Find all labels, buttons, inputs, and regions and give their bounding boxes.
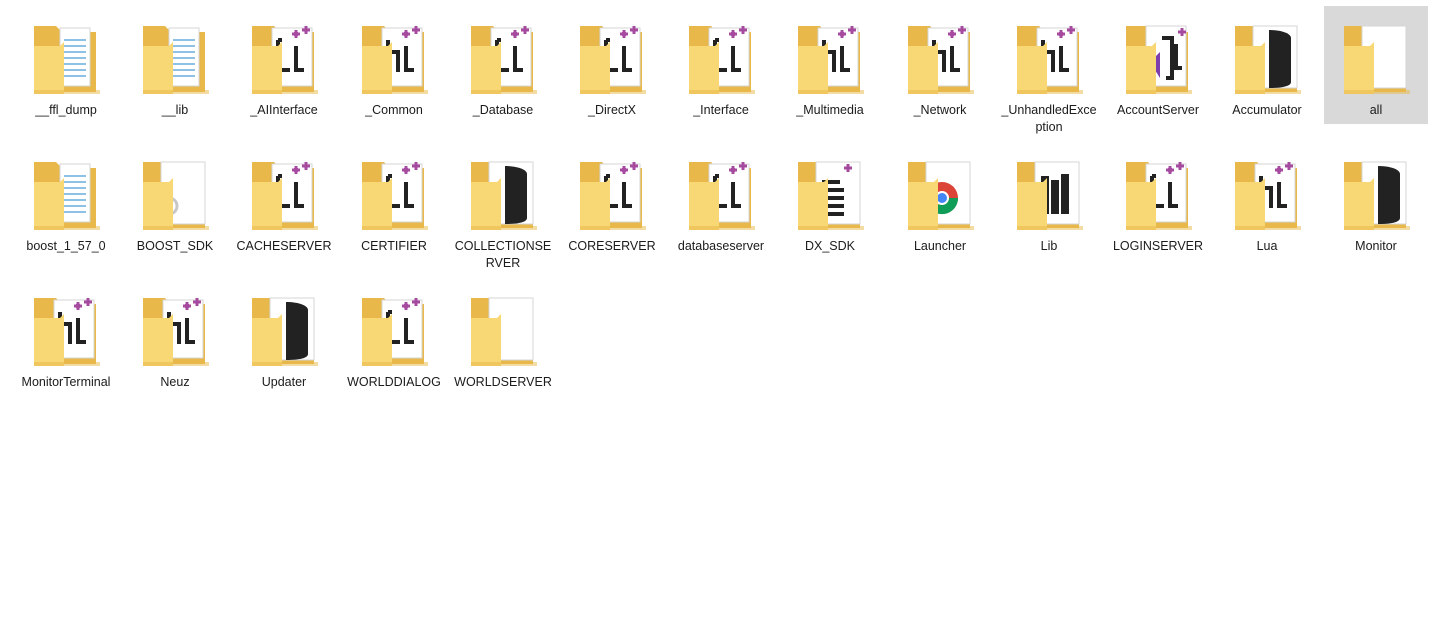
folder-label: Accumulator [1232, 103, 1302, 117]
folder-db-icon [1324, 152, 1428, 238]
folder-item[interactable]: __ffl_dump [14, 6, 118, 124]
folder-label: Launcher [913, 239, 967, 253]
folder-item[interactable]: databaseserver [669, 142, 773, 260]
folder-label: Lua [1256, 239, 1278, 253]
folder-label: CORESERVER [568, 239, 656, 253]
folder-label: Updater [261, 375, 307, 389]
folder-h-icon [888, 16, 992, 102]
folder-label: Neuz [160, 375, 190, 389]
folder-item[interactable]: _Multimedia [778, 6, 882, 124]
folder-item[interactable]: _UnhandledException [997, 6, 1101, 134]
folder-label: Monitor [1355, 239, 1397, 253]
folder-label: _Network [913, 103, 967, 117]
folder-item[interactable]: WORLDDIALOG [342, 278, 446, 396]
folder-docs-icon [14, 16, 118, 102]
folder-label: boost_1_57_0 [26, 239, 106, 253]
folder-chrome-icon [888, 152, 992, 238]
folder-item[interactable]: MonitorTerminal [14, 278, 118, 396]
folder-empty-icon [1324, 16, 1428, 102]
folder-h-icon [1215, 152, 1319, 238]
folder-item[interactable]: _Network [888, 6, 992, 124]
folder-label: LOGINSERVER [1112, 239, 1204, 253]
folder-cpp-icon [232, 152, 336, 238]
folder-db-icon [1215, 16, 1319, 102]
folder-label: WORLDSERVER [454, 375, 552, 389]
folder-cpp-icon [669, 16, 773, 102]
folder-cpp-icon [342, 288, 446, 374]
folder-item[interactable]: WORLDSERVER [451, 278, 555, 396]
folder-label: __ffl_dump [35, 103, 97, 117]
folder-label: MonitorTerminal [21, 375, 111, 389]
folder-item[interactable]: COLLECTIONSERVER [451, 142, 555, 270]
folder-label: _Multimedia [796, 103, 864, 117]
folder-item[interactable]: BOOST_SDK [123, 142, 227, 260]
folder-docs-icon [123, 16, 227, 102]
folder-vs-icon [1106, 16, 1210, 102]
folder-label: DX_SDK [804, 239, 856, 253]
folder-label: CERTIFIER [361, 239, 427, 253]
folder-item[interactable]: Accumulator [1215, 6, 1319, 124]
folder-label: _Common [365, 103, 423, 117]
folder-h-icon [123, 288, 227, 374]
folder-item[interactable]: Launcher [888, 142, 992, 260]
folder-item[interactable]: CORESERVER [560, 142, 664, 260]
folder-item[interactable]: _DirectX [560, 6, 664, 124]
folder-item[interactable]: _Database [451, 6, 555, 124]
folder-cpp-icon [560, 16, 664, 102]
folder-label: COLLECTIONSERVER [454, 239, 552, 270]
folder-db-icon [451, 152, 555, 238]
folder-item[interactable]: _Common [342, 6, 446, 124]
folder-label: __lib [161, 103, 189, 117]
folder-gear-icon [123, 152, 227, 238]
folder-grid: __ffl_dump __lib _AIInterface _Common _D… [0, 0, 1440, 636]
folder-cpp-icon [342, 152, 446, 238]
folder-item[interactable]: __lib [123, 6, 227, 124]
folder-h-icon [342, 16, 446, 102]
folder-item[interactable]: Monitor [1324, 142, 1428, 260]
folder-label: AccountServer [1117, 103, 1199, 117]
folder-docs-icon [14, 152, 118, 238]
folder-item[interactable]: CERTIFIER [342, 142, 446, 260]
folder-label: BOOST_SDK [136, 239, 214, 253]
folder-cpp-icon [669, 152, 773, 238]
folder-empty-icon [451, 288, 555, 374]
folder-item[interactable]: AccountServer [1106, 6, 1210, 124]
folder-cpp-icon [232, 16, 336, 102]
folder-cpp-icon [451, 16, 555, 102]
folder-label: Lib [1040, 239, 1058, 253]
folder-item[interactable]: Lib [997, 142, 1101, 260]
folder-text-icon [778, 152, 882, 238]
folder-label: all [1369, 103, 1383, 117]
folder-label: CACHESERVER [236, 239, 332, 253]
folder-label: _Database [472, 103, 534, 117]
folder-item[interactable]: Neuz [123, 278, 227, 396]
folder-cpp-icon [1106, 152, 1210, 238]
folder-label: _Interface [693, 103, 749, 117]
folder-h-icon [997, 16, 1101, 102]
folder-label: _DirectX [588, 103, 636, 117]
folder-item[interactable]: all [1324, 6, 1428, 124]
folder-db-icon [232, 288, 336, 374]
folder-lib-icon [997, 152, 1101, 238]
folder-cpp-icon [560, 152, 664, 238]
folder-item[interactable]: Lua [1215, 142, 1319, 260]
folder-item[interactable]: boost_1_57_0 [14, 142, 118, 260]
folder-h-icon [14, 288, 118, 374]
folder-label: databaseserver [677, 239, 765, 253]
folder-item[interactable]: CACHESERVER [232, 142, 336, 260]
folder-label: WORLDDIALOG [347, 375, 441, 389]
folder-label: _UnhandledException [1001, 103, 1097, 134]
folder-item[interactable]: LOGINSERVER [1106, 142, 1210, 260]
folder-h-icon [778, 16, 882, 102]
folder-item[interactable]: DX_SDK [778, 142, 882, 260]
folder-item[interactable]: Updater [232, 278, 336, 396]
folder-item[interactable]: _AIInterface [232, 6, 336, 124]
folder-label: _AIInterface [250, 103, 318, 117]
folder-item[interactable]: _Interface [669, 6, 773, 124]
